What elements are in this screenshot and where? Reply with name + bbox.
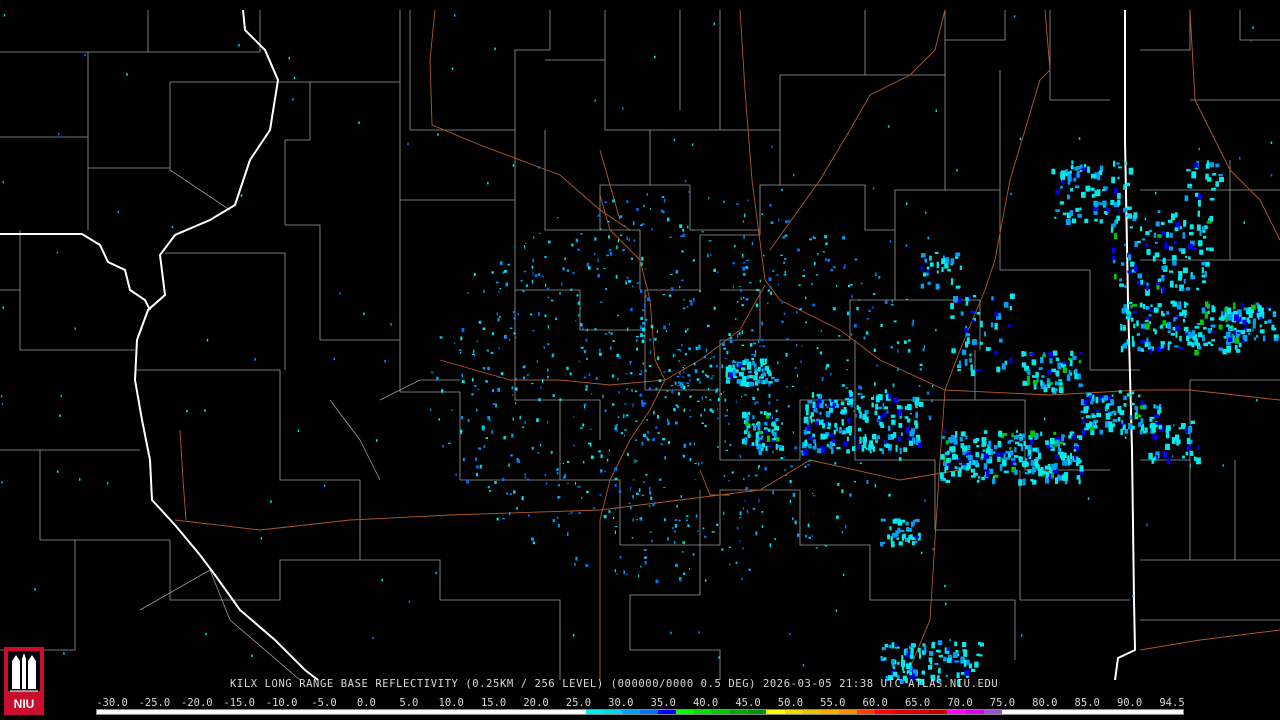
scale-label: 5.0 xyxy=(399,697,419,709)
scale-label: 45.0 xyxy=(735,697,761,709)
scale-label: 35.0 xyxy=(650,697,676,709)
scale-label: 25.0 xyxy=(565,697,592,709)
scale-label: -25.0 xyxy=(138,697,171,709)
scale-label: -20.0 xyxy=(180,697,213,709)
scale-label: 70.0 xyxy=(947,697,973,709)
scale-label: 90.0 xyxy=(1116,697,1143,709)
scale-label: 20.0 xyxy=(523,697,549,709)
radar-map xyxy=(0,9,1280,686)
scale-label: 15.0 xyxy=(480,697,507,709)
reflectivity-colorbar xyxy=(96,709,1184,715)
scale-label: 30.0 xyxy=(608,697,634,709)
scale-label: -15.0 xyxy=(223,697,255,709)
scale-label: -30.0 xyxy=(96,697,128,709)
scale-label: -5.0 xyxy=(311,697,337,709)
scale-label: 50.0 xyxy=(777,697,804,709)
scale-label: -10.0 xyxy=(265,697,298,709)
scale-label: 40.0 xyxy=(692,697,719,709)
scale-label: 94.5 xyxy=(1159,697,1185,709)
scale-label: 85.0 xyxy=(1074,697,1100,709)
scale-label: 55.0 xyxy=(820,697,846,709)
scale-labels: -30.0 -25.0 -20.0 -15.0 -10.0 -5.0 0.0 5.0 10.0 1… xyxy=(0,697,1280,709)
scale-label: 60.0 xyxy=(862,697,888,709)
county-borders xyxy=(0,10,1280,681)
scale-label: 0.0 xyxy=(356,697,376,709)
scale-label: 65.0 xyxy=(904,697,931,709)
radar-echoes xyxy=(0,14,1279,686)
road-lines xyxy=(174,9,1280,681)
product-caption: KILX LONG RANGE BASE REFLECTIVITY (0.25K… xyxy=(230,678,999,690)
scale-label: 10.0 xyxy=(438,697,464,709)
scale-label: 75.0 xyxy=(989,697,1016,709)
scale-label: 80.0 xyxy=(1032,697,1058,709)
